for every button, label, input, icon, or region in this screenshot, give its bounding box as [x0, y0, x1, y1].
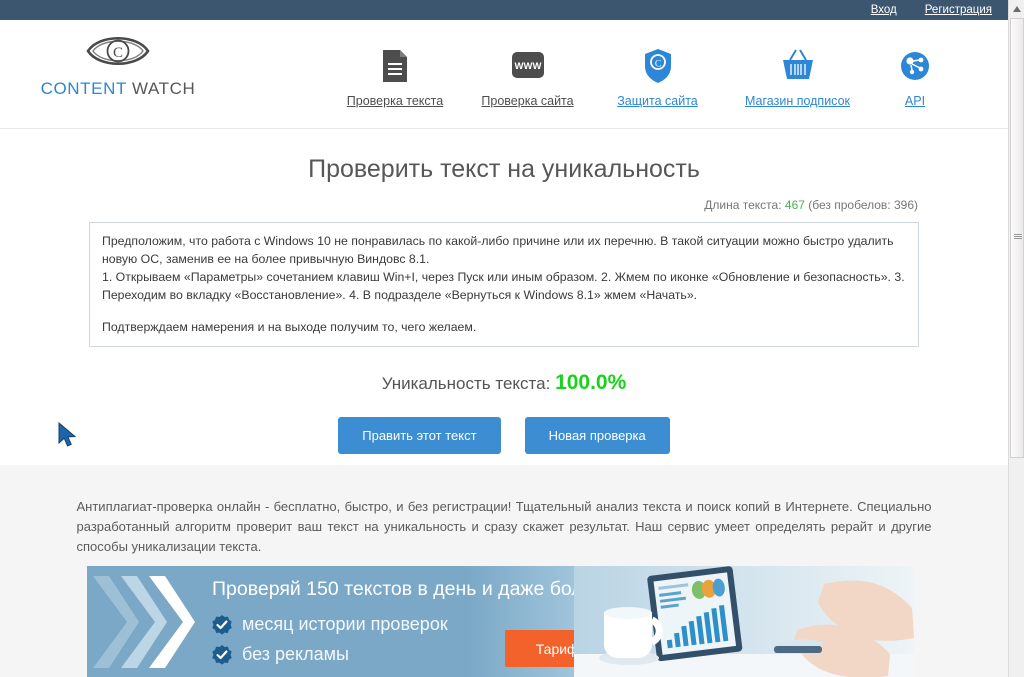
top-utility-bar: Вход Регистрация — [0, 0, 1008, 20]
banner-bullet-1: месяц истории проверок — [212, 614, 448, 635]
logo-word-content: CONTENT — [40, 79, 127, 98]
document-icon — [330, 46, 460, 86]
uniqueness-label: Уникальность текста: — [381, 374, 551, 393]
banner-photo — [574, 566, 914, 677]
page-title: Проверить текст на уникальность — [308, 155, 700, 183]
action-buttons: Править этот текст Новая проверка — [0, 417, 1008, 454]
new-check-button[interactable]: Новая проверка — [524, 417, 670, 454]
svg-text:C: C — [654, 60, 660, 70]
main-navigation: Проверка текста WWW Проверка сайта C Защ… — [330, 46, 955, 108]
login-link[interactable]: Вход — [871, 4, 897, 16]
length-suffix: (без пробелов: 396) — [808, 198, 918, 212]
site-header: C CONTENT WATCH Проверка текста WWW Пров… — [0, 20, 1008, 129]
check-badge-icon — [212, 644, 232, 665]
uniqueness-value: 100.0% — [555, 371, 627, 394]
nav-item-subscription-store[interactable]: Магазин подписок — [720, 46, 875, 108]
text-paragraph-1: Предположим, что работа с Windows 10 не … — [102, 234, 894, 266]
www-icon: WWW — [460, 46, 595, 86]
nav-label-text-check: Проверка текста — [346, 94, 444, 108]
logo-wordmark: CONTENT WATCH — [28, 79, 208, 99]
nav-label-api: API — [904, 94, 926, 108]
scrollbar-thumb[interactable] — [1010, 18, 1024, 458]
text-length-info: Длина текста: 467 (без пробелов: 396) — [0, 198, 1008, 212]
nav-item-site-check[interactable]: WWW Проверка сайта — [460, 46, 595, 108]
chevron-icon-3 — [149, 572, 195, 672]
promo-description: Антиплагиат-проверка онлайн - бесплатно,… — [76, 499, 932, 554]
nav-item-text-check[interactable]: Проверка текста — [330, 46, 460, 108]
nav-label-subscription-store: Магазин подписок — [745, 94, 850, 108]
edit-text-button[interactable]: Править этот текст — [338, 417, 501, 454]
nav-label-site-check: Проверка сайта — [481, 94, 574, 108]
uniqueness-result: Уникальность текста: 100.0% — [0, 371, 1008, 395]
check-badge-icon — [212, 614, 232, 635]
banner-bullet-2: без рекламы — [212, 644, 349, 665]
banner-bullet-1-label: месяц истории проверок — [242, 614, 448, 634]
length-label: Длина текста: — [704, 198, 782, 212]
svg-text:WWW: WWW — [514, 61, 541, 72]
api-nodes-icon — [875, 46, 955, 86]
browser-viewport: Вход Регистрация C CONTENT WATCH Проверк… — [0, 0, 1008, 677]
eye-copyright-icon: C — [28, 28, 208, 74]
nav-item-site-protection[interactable]: C Защита сайта — [595, 46, 720, 108]
length-value: 467 — [784, 198, 805, 212]
subscription-banner[interactable]: Проверяй 150 текстов в день и даже больш… — [87, 566, 914, 677]
scrollbar-grip-icon — [1014, 233, 1022, 240]
mouse-cursor — [58, 421, 80, 448]
nav-item-api[interactable]: API — [875, 46, 955, 108]
main-content: Проверить текст на уникальность Длина те… — [0, 129, 1008, 462]
nav-label-site-protection: Защита сайта — [617, 94, 698, 108]
banner-bullet-2-label: без рекламы — [242, 644, 349, 664]
banner-title: Проверяй 150 текстов в день и даже больш… — [212, 578, 625, 600]
logo-word-watch: WATCH — [131, 79, 196, 98]
text-paragraph-3: Подтверждаем намерения и на выходе получ… — [102, 320, 477, 334]
shield-copyright-icon: C — [595, 46, 720, 86]
scroll-up-arrow-icon[interactable] — [1009, 0, 1024, 17]
site-logo[interactable]: C CONTENT WATCH — [28, 28, 208, 99]
footer-promo-section: Антиплагиат-проверка онлайн - бесплатно,… — [0, 465, 1008, 677]
basket-icon — [720, 46, 875, 86]
vertical-scrollbar[interactable] — [1008, 0, 1024, 677]
text-paragraph-2: 1. Открываем «Параметры» сочетанием клав… — [102, 270, 905, 302]
svg-text:C: C — [113, 45, 123, 61]
checked-text-area[interactable]: Предположим, что работа с Windows 10 не … — [89, 222, 919, 347]
register-link[interactable]: Регистрация — [925, 4, 992, 16]
